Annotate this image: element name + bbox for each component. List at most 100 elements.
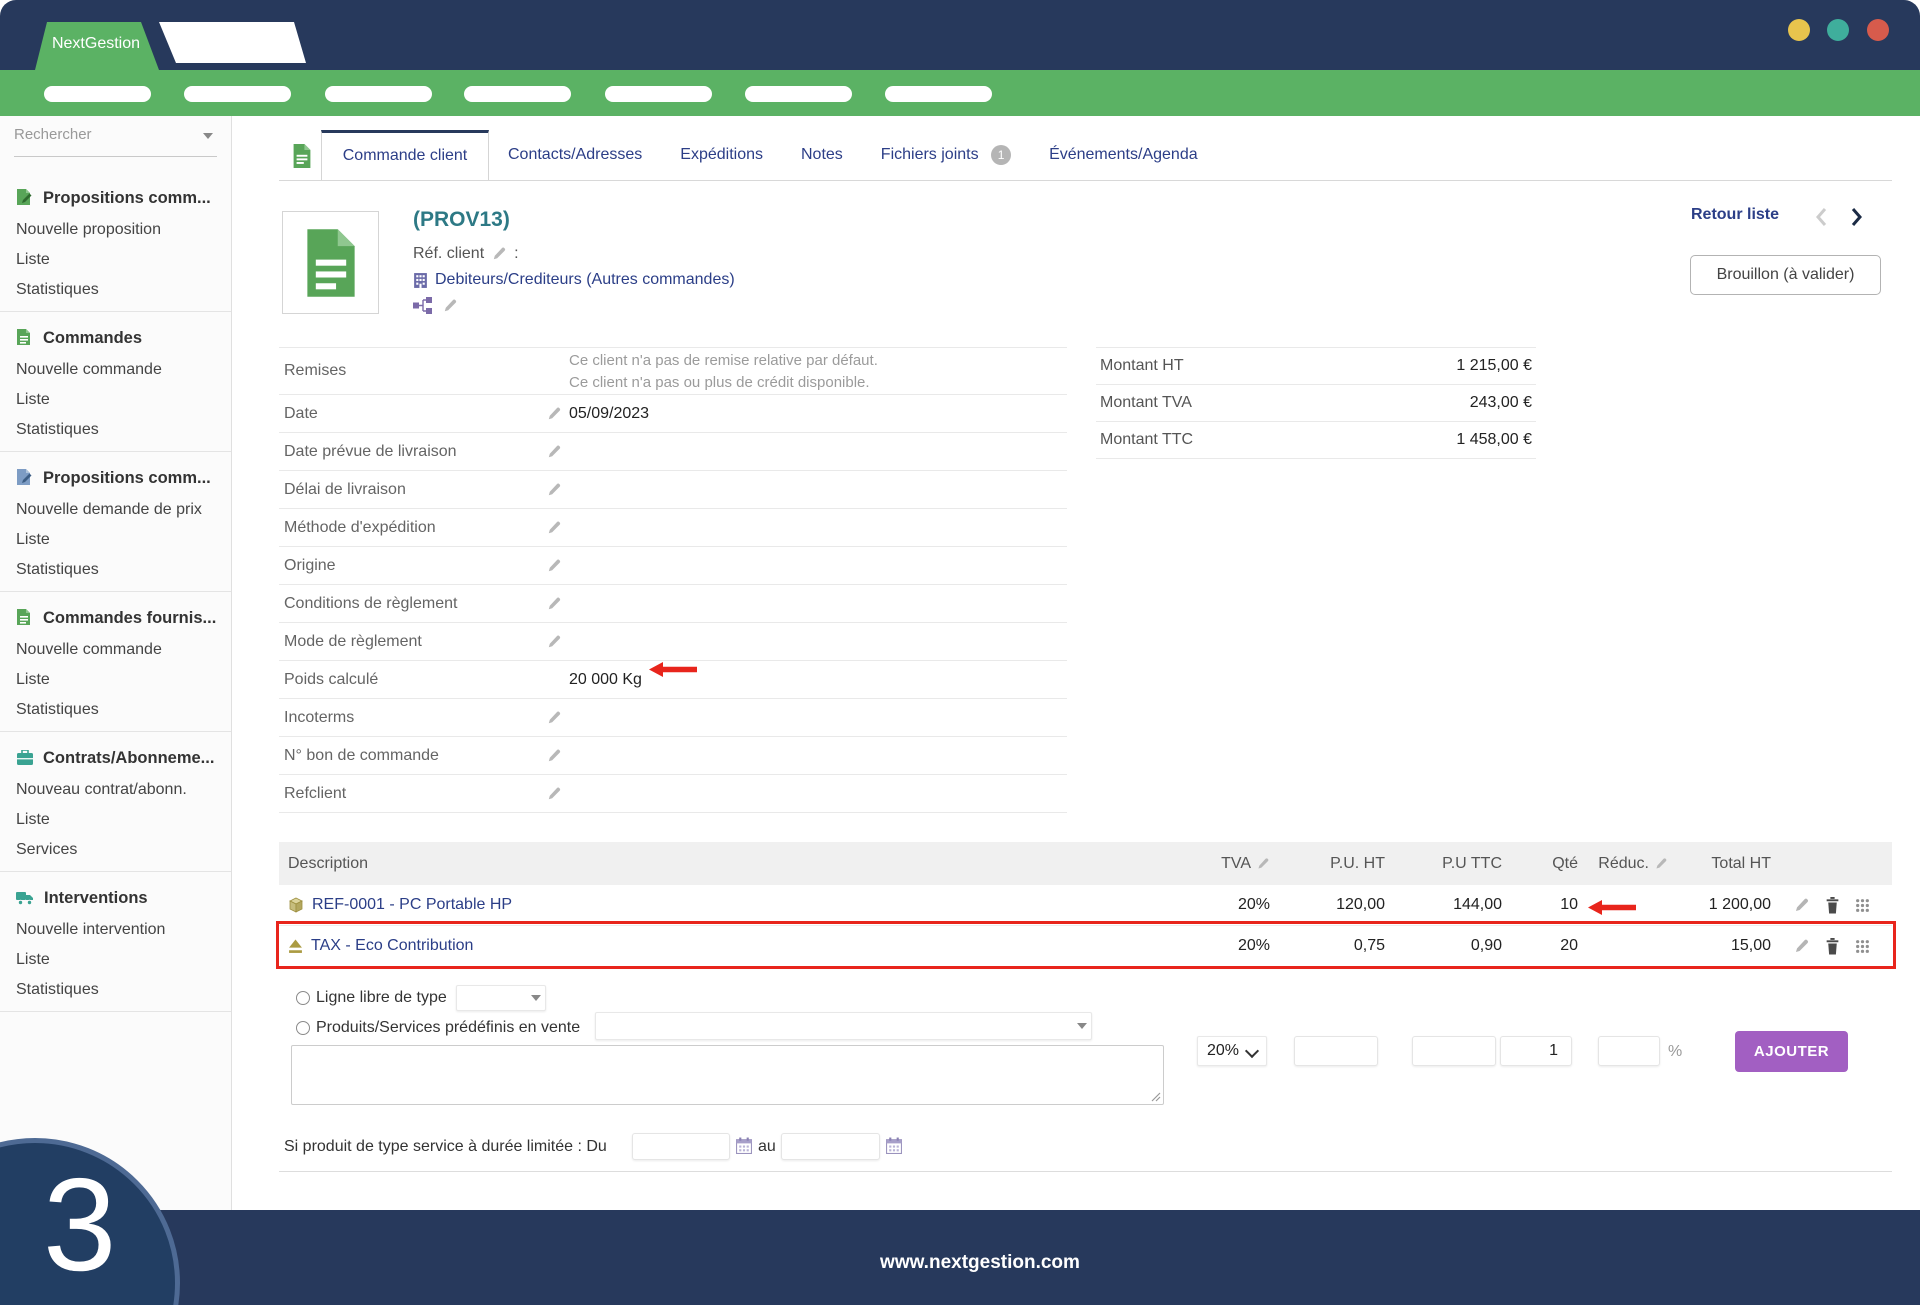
edit-pencil-icon[interactable]: [546, 786, 562, 802]
sidebar-section-header[interactable]: Propositions comm...: [16, 466, 217, 490]
top-bar: NextGestion: [0, 0, 1920, 70]
tab-evenements-agenda[interactable]: Événements/Agenda: [1030, 146, 1217, 164]
drag-handle-icon[interactable]: [1855, 939, 1870, 954]
thirdparty-link[interactable]: Debiteurs/Crediteurs (Autres commandes): [435, 271, 735, 289]
date-to-label: au: [758, 1138, 776, 1156]
sidebar-item[interactable]: Nouveau contrat/abonn.: [16, 775, 217, 805]
menu-pill[interactable]: [605, 86, 712, 102]
chevron-left-icon[interactable]: [1814, 205, 1830, 229]
edit-pencil-icon[interactable]: [1654, 857, 1668, 871]
sidebar-section-header[interactable]: Propositions comm...: [16, 186, 217, 210]
line-description-textarea[interactable]: [291, 1045, 1164, 1105]
edit-pencil-icon[interactable]: [1793, 897, 1810, 914]
teal-dot-icon: [1827, 19, 1849, 41]
brand-tab[interactable]: NextGestion: [30, 22, 162, 70]
trash-icon[interactable]: [1825, 897, 1840, 914]
calendar-icon[interactable]: [736, 1137, 752, 1154]
edit-pencil-icon[interactable]: [442, 298, 458, 314]
tab-notes[interactable]: Notes: [782, 146, 862, 164]
field-row-mode-reglement: Mode de règlement: [279, 623, 1067, 661]
predefined-product-radio[interactable]: [296, 1021, 310, 1035]
price-ht-input[interactable]: [1294, 1036, 1378, 1066]
vat-rate-select[interactable]: 20%: [1197, 1036, 1267, 1066]
sidebar-item[interactable]: Nouvelle commande: [16, 635, 217, 665]
free-line-radio[interactable]: [296, 991, 310, 1005]
sidebar-section-header[interactable]: Commandes: [16, 326, 217, 350]
chevron-right-icon[interactable]: [1848, 205, 1864, 229]
tab-contacts-adresses[interactable]: Contacts/Adresses: [489, 146, 661, 164]
field-row-conditions-reglement: Conditions de règlement: [279, 585, 1067, 623]
product-link[interactable]: REF-0001 - PC Portable HP: [312, 896, 512, 914]
total-ttc-value: 1 458,00 €: [1456, 431, 1532, 449]
edit-pencil-icon[interactable]: [491, 246, 507, 262]
sidebar-section-header[interactable]: Commandes fournis...: [16, 606, 217, 630]
contract-icon: [16, 750, 34, 766]
edit-pencil-icon[interactable]: [546, 406, 562, 422]
sidebar-item[interactable]: Liste: [16, 945, 217, 975]
edit-pencil-icon[interactable]: [546, 596, 562, 612]
sidebar-section-commandes: Commandes Nouvelle commande Liste Statis…: [0, 312, 231, 452]
sidebar-item[interactable]: Statistiques: [16, 415, 217, 445]
menu-pill[interactable]: [44, 86, 151, 102]
predefined-product-select[interactable]: [595, 1012, 1092, 1040]
free-line-type-select[interactable]: [456, 985, 546, 1011]
sidebar-item[interactable]: Liste: [16, 525, 217, 555]
edit-pencil-icon[interactable]: [1256, 857, 1270, 871]
sidebar-section-header[interactable]: Contrats/Abonneme...: [16, 746, 217, 770]
tab-commande-client[interactable]: Commande client: [321, 130, 489, 180]
red-dot-icon: [1867, 19, 1889, 41]
sidebar-item[interactable]: Nouvelle proposition: [16, 215, 217, 245]
menu-pill[interactable]: [325, 86, 432, 102]
project-tree-icon[interactable]: [413, 297, 433, 314]
edit-pencil-icon[interactable]: [546, 748, 562, 764]
price-ttc-input[interactable]: [1412, 1036, 1496, 1066]
edit-pencil-icon[interactable]: [546, 710, 562, 726]
edit-pencil-icon[interactable]: [546, 520, 562, 536]
sidebar-item[interactable]: Statistiques: [16, 695, 217, 725]
edit-pencil-icon[interactable]: [1793, 938, 1810, 955]
sidebar-section-commandes-fournisseurs: Commandes fournis... Nouvelle commande L…: [0, 592, 231, 732]
edit-pencil-icon[interactable]: [546, 444, 562, 460]
resize-handle-icon[interactable]: [1151, 1092, 1161, 1102]
sidebar-item[interactable]: Statistiques: [16, 975, 217, 1005]
search-placeholder: Rechercher: [14, 126, 92, 143]
footer-url: www.nextgestion.com: [0, 1252, 1920, 1274]
sidebar-item[interactable]: Nouvelle commande: [16, 355, 217, 385]
sidebar-section-header[interactable]: Interventions: [16, 886, 217, 910]
sidebar-item[interactable]: Statistiques: [16, 275, 217, 305]
menu-pill[interactable]: [745, 86, 852, 102]
date-from-input[interactable]: [632, 1133, 730, 1160]
sidebar-item[interactable]: Nouvelle intervention: [16, 915, 217, 945]
menu-pill[interactable]: [464, 86, 571, 102]
edit-pencil-icon[interactable]: [546, 482, 562, 498]
sidebar-item[interactable]: Liste: [16, 805, 217, 835]
trash-icon[interactable]: [1825, 938, 1840, 955]
quantity-value: 20: [1502, 937, 1578, 955]
discount-input[interactable]: [1598, 1036, 1660, 1066]
field-row-date: Date 05/09/2023: [279, 395, 1067, 433]
sidebar-item[interactable]: Statistiques: [16, 555, 217, 585]
add-line-button[interactable]: AJOUTER: [1735, 1031, 1848, 1072]
calendar-icon[interactable]: [886, 1137, 902, 1154]
sidebar-item[interactable]: Liste: [16, 245, 217, 275]
search-input[interactable]: Rechercher: [14, 126, 217, 157]
service-link[interactable]: TAX - Eco Contribution: [311, 937, 473, 955]
menu-pill[interactable]: [184, 86, 291, 102]
sidebar-item[interactable]: Liste: [16, 665, 217, 695]
date-to-input[interactable]: [781, 1133, 880, 1160]
app-window: NextGestion Rechercher Propositions comm…: [0, 0, 1920, 1305]
edit-pencil-icon[interactable]: [546, 634, 562, 650]
edit-pencil-icon[interactable]: [546, 558, 562, 574]
back-to-list-link[interactable]: Retour liste: [1691, 206, 1779, 224]
drag-handle-icon[interactable]: [1855, 898, 1870, 913]
sidebar-item[interactable]: Nouvelle demande de prix: [16, 495, 217, 525]
tab-bar: Commande client Contacts/Adresses Expédi…: [321, 128, 1217, 181]
quantity-input[interactable]: 1: [1500, 1036, 1572, 1066]
sidebar-item[interactable]: Liste: [16, 385, 217, 415]
tab-fichiers-joints[interactable]: Fichiers joints 1: [862, 145, 1030, 165]
chevron-down-icon: [531, 995, 541, 1001]
menu-pill[interactable]: [885, 86, 992, 102]
field-row-delai: Délai de livraison: [279, 471, 1067, 509]
tab-expeditions[interactable]: Expéditions: [661, 146, 782, 164]
sidebar-item[interactable]: Services: [16, 835, 217, 865]
